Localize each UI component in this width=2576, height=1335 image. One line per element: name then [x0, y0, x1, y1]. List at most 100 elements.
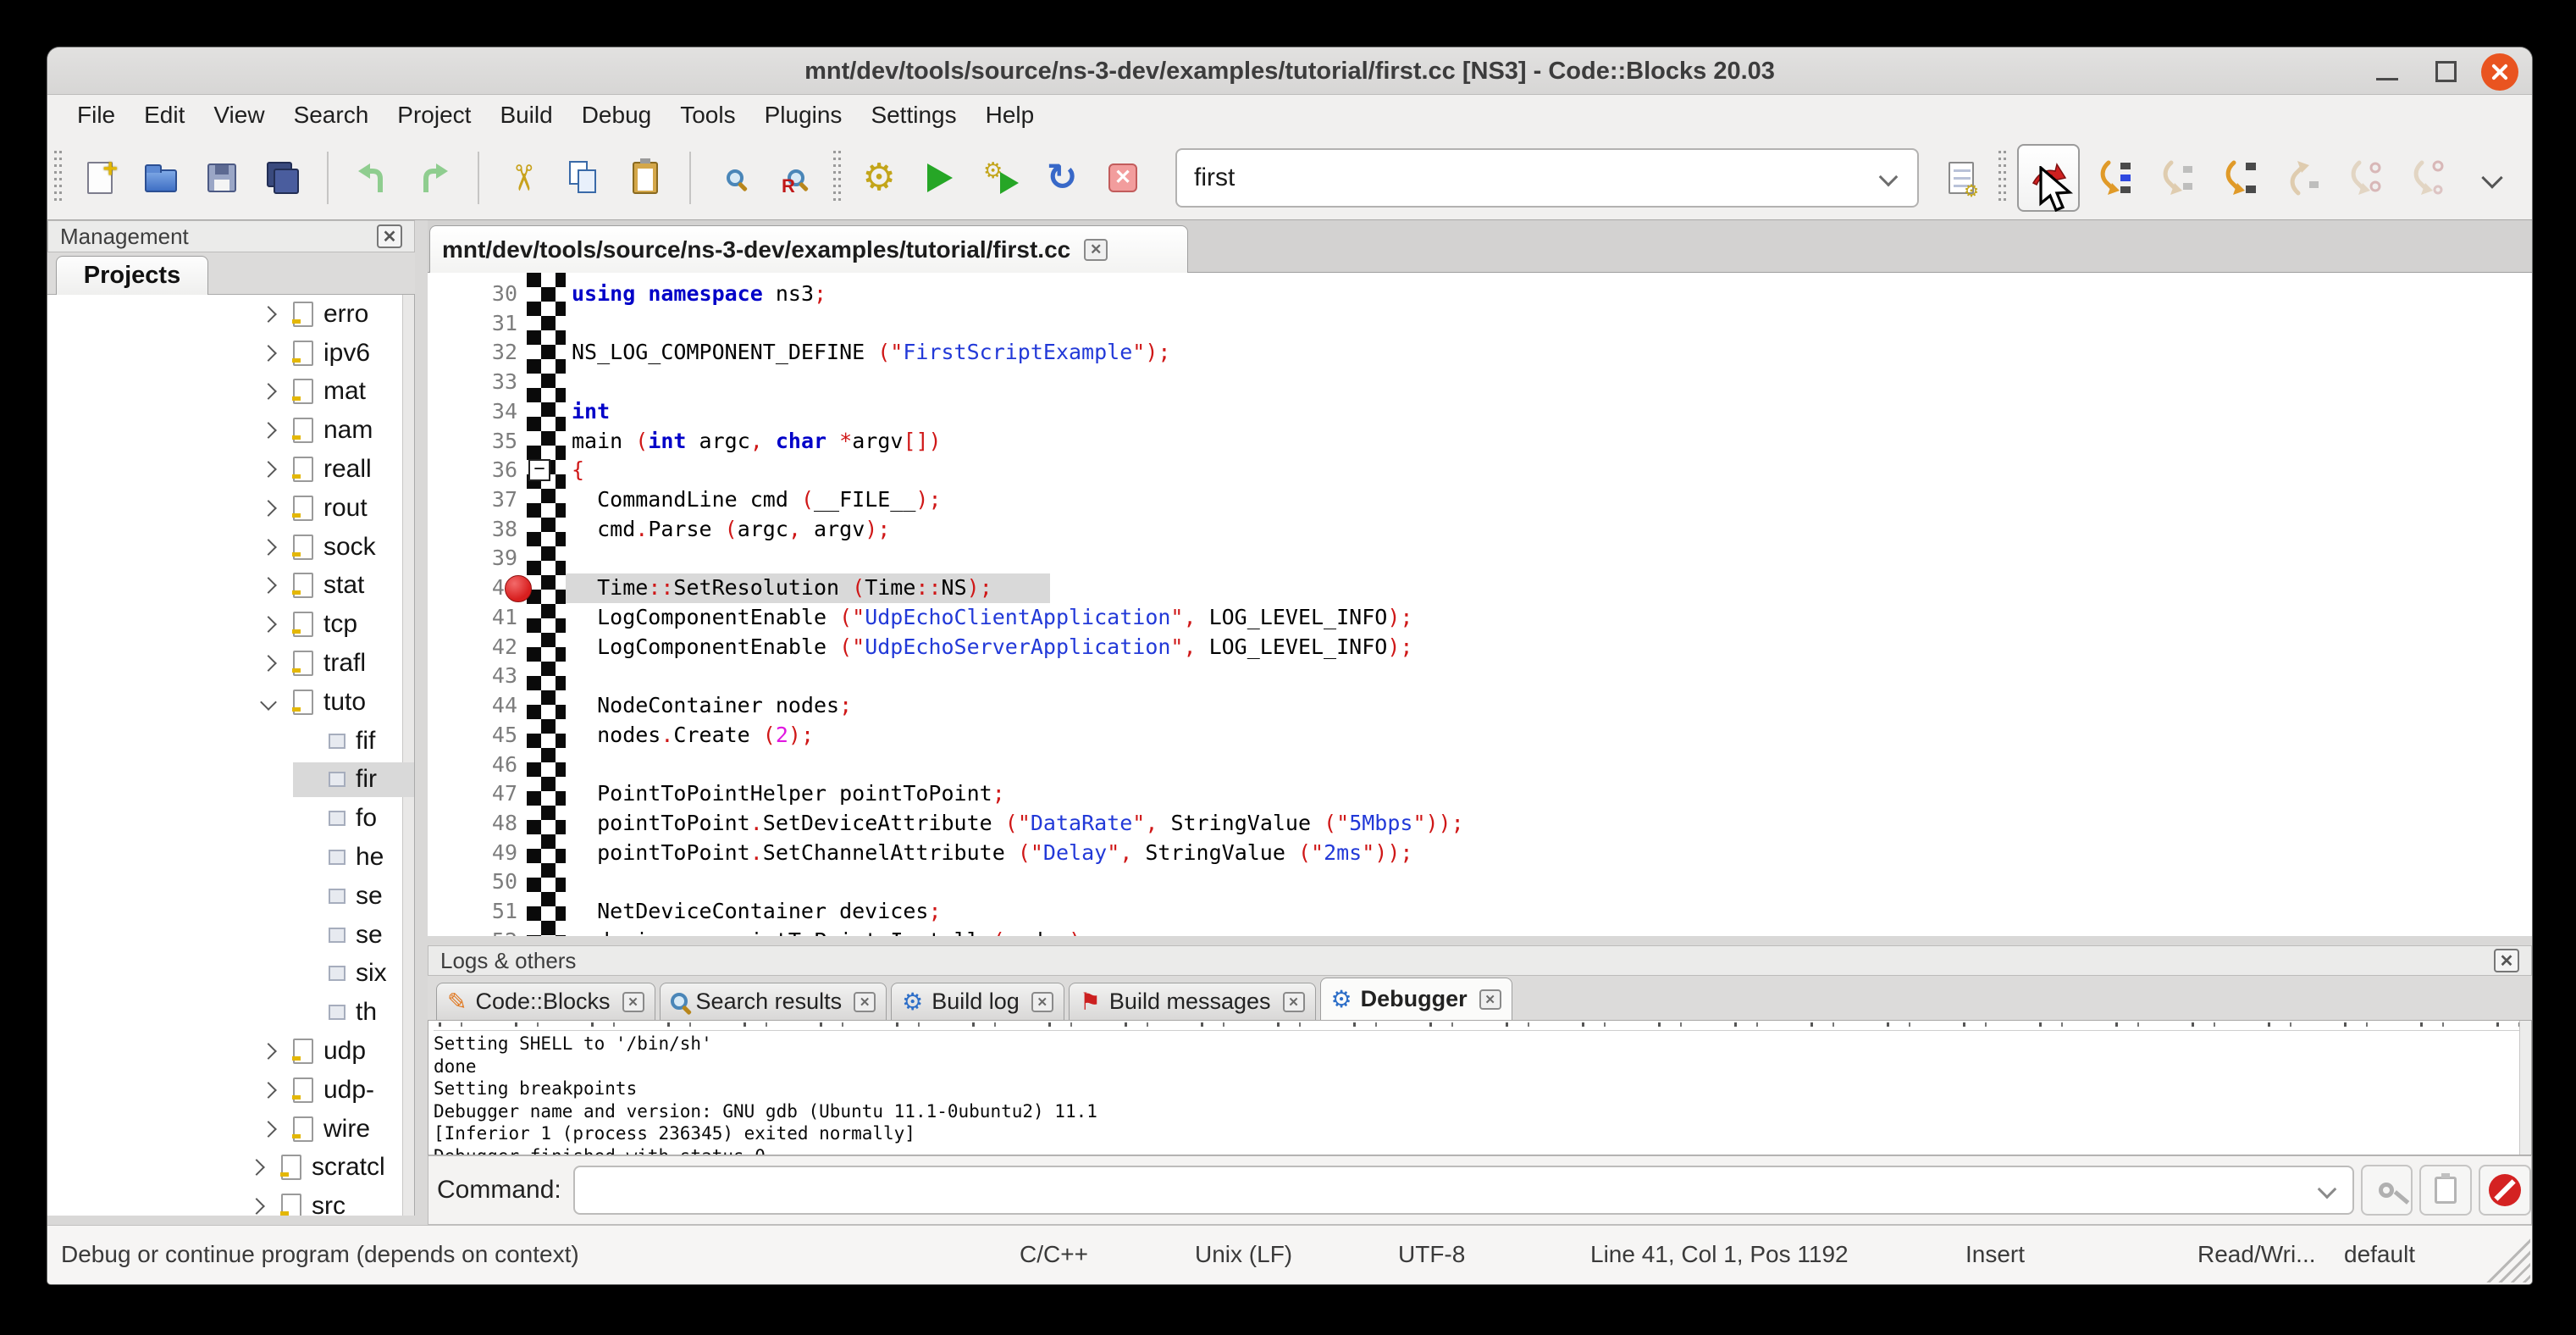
tab-projects[interactable]: Projects [56, 256, 208, 295]
build-and-run-button[interactable]: ⚙ [981, 158, 1020, 197]
chevron-right-icon[interactable] [260, 1082, 277, 1099]
toolbar-grip[interactable] [833, 151, 842, 205]
log-tab-close-icon[interactable]: ✕ [854, 992, 876, 1012]
replace-button[interactable]: R [777, 158, 815, 197]
chevron-right-icon[interactable] [260, 384, 277, 401]
abort-button[interactable]: ✕ [1103, 158, 1142, 197]
rebuild-button[interactable]: ↻ [1042, 158, 1081, 197]
chevron-right-icon[interactable] [260, 461, 277, 478]
maximize-button[interactable] [2435, 61, 2457, 82]
menu-settings[interactable]: Settings [856, 98, 970, 132]
save-button[interactable] [202, 158, 241, 197]
tree-item-mat[interactable]: mat [47, 373, 414, 412]
step-into-instruction-button[interactable] [2410, 158, 2446, 197]
menu-view[interactable]: View [199, 98, 279, 132]
tree-item-tuto[interactable]: tuto [47, 683, 414, 722]
title-bar[interactable]: mnt/dev/tools/source/ns-3-dev/examples/t… [47, 47, 2532, 95]
log-tab-code-blocks[interactable]: ✎Code::Blocks✕ [436, 983, 655, 1020]
menu-edit[interactable]: Edit [130, 98, 199, 132]
tree-item-fo[interactable]: fo [47, 799, 414, 838]
menu-build[interactable]: Build [485, 98, 567, 132]
step-out-button[interactable] [2285, 158, 2320, 197]
redo-button[interactable] [414, 158, 453, 197]
build-button[interactable]: ⚙ [860, 158, 898, 197]
run-button[interactable] [920, 158, 959, 197]
menu-file[interactable]: File [63, 98, 130, 132]
menu-plugins[interactable]: Plugins [750, 98, 857, 132]
open-file-button[interactable] [141, 158, 180, 197]
command-send-button[interactable] [2361, 1165, 2413, 1216]
tree-item-rout[interactable]: rout [47, 489, 414, 528]
chevron-right-icon[interactable] [248, 1198, 265, 1215]
tree-item-stat[interactable]: stat [47, 567, 414, 606]
undo-button[interactable] [353, 158, 392, 197]
log-tab-build-log[interactable]: ⚙Build log✕ [891, 983, 1064, 1020]
log-tab-close-icon[interactable]: ✕ [1479, 989, 1501, 1010]
command-dropdown-chevron-icon[interactable] [2317, 1180, 2336, 1199]
chevron-right-icon[interactable] [260, 345, 277, 362]
command-copy-button[interactable] [2419, 1165, 2472, 1216]
step-into-button[interactable] [2222, 158, 2258, 197]
chevron-right-icon[interactable] [260, 1121, 277, 1138]
chevron-right-icon[interactable] [260, 500, 277, 517]
tree-item-se[interactable]: se [47, 916, 414, 955]
log-tab-debugger[interactable]: ⚙Debugger✕ [1320, 978, 1512, 1020]
close-button[interactable] [2481, 53, 2518, 91]
horizontal-splitter[interactable] [428, 936, 2532, 945]
next-instruction-button[interactable] [2347, 158, 2383, 197]
tree-item-udp[interactable]: udp [47, 1032, 414, 1071]
log-scrollbar[interactable] [2519, 1021, 2531, 1155]
debugger-stop-button[interactable] [2479, 1165, 2531, 1216]
cut-button[interactable]: ✂ [504, 158, 543, 197]
paste-button[interactable] [626, 158, 665, 197]
tree-item-udp-[interactable]: udp- [47, 1071, 414, 1110]
copy-button[interactable] [565, 158, 604, 197]
toolbar-grip[interactable] [54, 151, 63, 205]
build-target-combo[interactable]: first [1175, 148, 1919, 208]
tree-item-nam[interactable]: nam [47, 411, 414, 450]
code-editor[interactable]: 30using namespace ns3;3132NS_LOG_COMPONE… [428, 273, 2532, 936]
tree-item-erro[interactable]: erro [47, 295, 414, 334]
chevron-right-icon[interactable] [260, 306, 277, 323]
tree-item-reall[interactable]: reall [47, 450, 414, 489]
tree-item-se[interactable]: se [47, 877, 414, 916]
tree-item-scratcl[interactable]: scratcl [47, 1149, 414, 1188]
log-tab-search-results[interactable]: Search results✕ [660, 983, 887, 1020]
management-close-icon[interactable]: ✕ [377, 224, 402, 248]
tree-item-fir[interactable]: fir [47, 761, 414, 800]
tree-item-wire[interactable]: wire [47, 1110, 414, 1149]
minimize-button[interactable] [2376, 78, 2398, 80]
chevron-right-icon[interactable] [260, 422, 277, 439]
tree-item-src[interactable]: src [47, 1187, 414, 1216]
tree-item-ipv6[interactable]: ipv6 [47, 334, 414, 373]
chevron-down-icon[interactable] [260, 694, 277, 711]
debugger-log-output[interactable]: Setting SHELL to '/bin/sh'doneSetting br… [428, 1020, 2532, 1155]
tree-item-trafl[interactable]: trafl [47, 644, 414, 683]
log-tab-close-icon[interactable]: ✕ [622, 992, 644, 1012]
chevron-right-icon[interactable] [260, 539, 277, 556]
new-file-button[interactable]: + [80, 158, 119, 197]
tree-item-sock[interactable]: sock [47, 528, 414, 567]
chevron-right-icon[interactable] [260, 616, 277, 633]
menu-search[interactable]: Search [279, 98, 384, 132]
vertical-splitter[interactable] [415, 220, 428, 1225]
log-tab-close-icon[interactable]: ✕ [1283, 992, 1305, 1012]
resize-grip-icon[interactable] [2486, 1238, 2530, 1282]
tree-item-he[interactable]: he [47, 838, 414, 877]
logs-close-icon[interactable]: ✕ [2494, 949, 2519, 972]
chevron-right-icon[interactable] [248, 1160, 265, 1177]
menu-help[interactable]: Help [971, 98, 1049, 132]
run-to-cursor-button[interactable] [2097, 158, 2132, 197]
tree-item-tcp[interactable]: tcp [47, 605, 414, 644]
tree-item-six[interactable]: six [47, 955, 414, 994]
fold-collapse-icon[interactable]: − [528, 459, 550, 481]
save-all-button[interactable] [263, 158, 302, 197]
editor-tab-first-cc[interactable]: mnt/dev/tools/source/ns-3-dev/examples/t… [429, 225, 1188, 273]
editor-tab-close-icon[interactable]: ✕ [1084, 239, 1108, 261]
chevron-right-icon[interactable] [260, 578, 277, 595]
chevron-right-icon[interactable] [260, 655, 277, 672]
log-tab-close-icon[interactable]: ✕ [1031, 992, 1053, 1012]
log-tab-build-messages[interactable]: ⚑Build messages✕ [1069, 983, 1316, 1020]
menu-tools[interactable]: Tools [666, 98, 749, 132]
find-button[interactable] [716, 158, 755, 197]
